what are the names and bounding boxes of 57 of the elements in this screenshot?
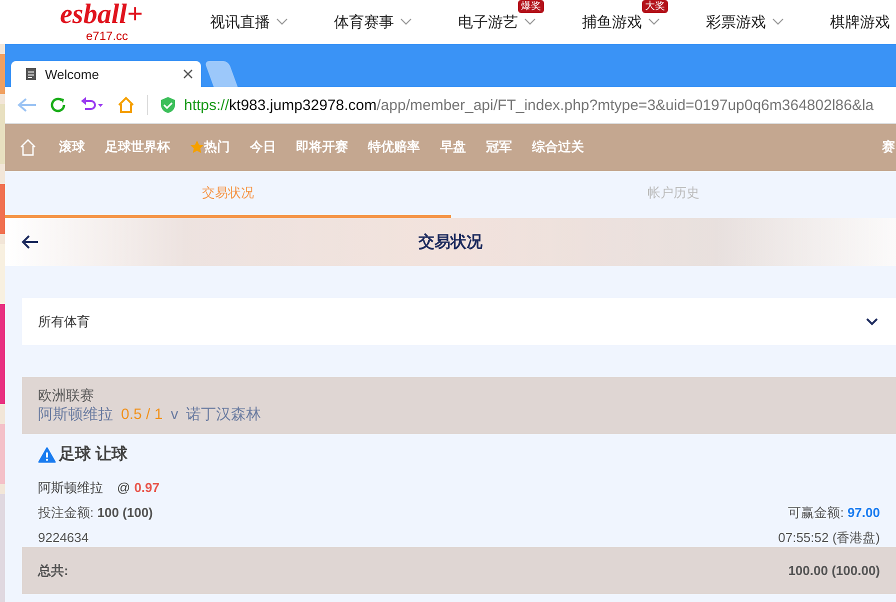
close-icon [183, 69, 193, 80]
chevron-down-icon [524, 18, 536, 26]
nav-link[interactable]: 棋牌游戏 [830, 12, 890, 32]
menu-link[interactable]: 冠军 [486, 138, 512, 156]
at-sign: @ [117, 479, 130, 497]
bet-time: 07:55:52 (香港盘) [778, 529, 880, 547]
payout-text: 可赢金额: 97.00 [788, 504, 880, 522]
total-label: 总共: [38, 562, 68, 580]
home-icon [117, 96, 135, 114]
hot-badge: 爆奖 [518, 0, 544, 13]
nav-link[interactable]: 彩票游戏 [706, 12, 766, 32]
sport-dropdown[interactable]: 所有体育 [22, 298, 896, 345]
warning-icon [38, 446, 56, 462]
chevron-down-icon [648, 18, 660, 26]
menu-link[interactable]: 早盘 [440, 138, 466, 156]
menu-link[interactable]: 赛 [882, 138, 896, 156]
menu-link[interactable]: 热门 [190, 138, 230, 156]
stake-text: 投注金额: 100 (100) [38, 504, 153, 522]
back-icon [17, 97, 37, 114]
selection-text: 阿斯顿维拉 [38, 479, 103, 497]
menu-link[interactable]: 今日 [250, 138, 276, 156]
chevron-down-icon [772, 18, 784, 26]
ticket-number: 9224634 [38, 529, 89, 547]
nav-link[interactable]: 捕鱼游戏 [582, 12, 642, 32]
nav-link[interactable]: 体育赛事 [334, 12, 394, 32]
bet-type: 足球 让球 [59, 444, 128, 465]
address-field[interactable]: https://kt983.jump32978.com/app/member_api/FT_index.php?mtype=3&uid=0197up0q6m364802l86&la [184, 96, 874, 114]
team-name: 阿斯顿维拉 [38, 405, 113, 425]
back-arrow-icon [21, 234, 39, 250]
site-logo: esball+ [60, 2, 143, 28]
menu-link[interactable]: 特优赔率 [368, 138, 420, 156]
chevron-down-icon [276, 18, 288, 26]
site-domain: e717.cc [86, 30, 128, 43]
menu-link[interactable]: 滚球 [59, 138, 85, 156]
handicap-text: 0.5 / 1 [121, 405, 163, 425]
star-icon [190, 140, 204, 154]
nav-link[interactable]: 视讯直播 [210, 12, 270, 32]
chevron-down-icon [400, 18, 412, 26]
browser-tab[interactable]: Welcome [11, 61, 201, 88]
versus-text: v [170, 405, 178, 425]
nav-link[interactable]: 电子游艺 [458, 12, 518, 32]
chevron-down-icon [866, 318, 878, 326]
league-name: 欧洲联赛 [38, 386, 95, 405]
menu-link[interactable]: 综合过关 [532, 138, 584, 156]
home-icon [19, 138, 37, 156]
odds-value: 0.97 [134, 479, 160, 497]
total-value: 100.00 (100.00) [788, 563, 880, 578]
page-icon [25, 67, 37, 82]
reload-icon [49, 96, 67, 114]
browser-tab[interactable] [204, 61, 238, 88]
page-title: 交易状况 [418, 232, 482, 252]
shield-icon [160, 96, 176, 114]
hot-badge: 大奖 [642, 0, 668, 13]
page-tab[interactable]: 帐户历史 [450, 171, 896, 218]
menu-link[interactable]: 即将开赛 [296, 138, 348, 156]
menu-link[interactable]: 足球世界杯 [105, 138, 170, 156]
team-name: 诺丁汉森林 [186, 405, 262, 425]
